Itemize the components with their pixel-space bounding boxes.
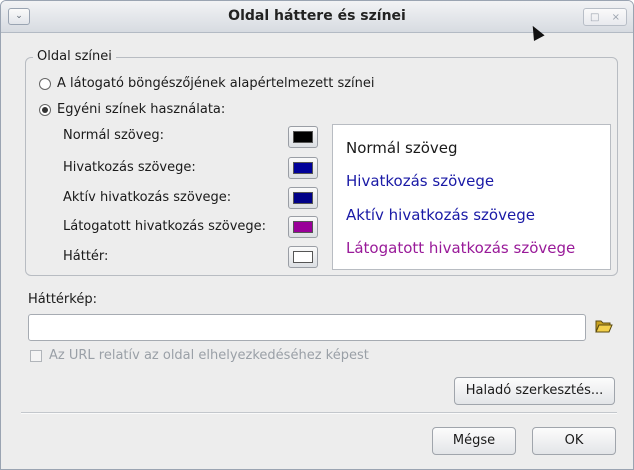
preview-normal-text: Normál szöveg bbox=[346, 139, 458, 157]
color-label-normal: Normál szöveg: bbox=[63, 128, 165, 143]
color-label-background: Háttér: bbox=[63, 249, 109, 264]
page-colors-legend: Oldal színei bbox=[33, 49, 116, 64]
visited-link-color-button[interactable] bbox=[288, 216, 318, 238]
radio-default-label: A látogató böngészőjének alapértelmezett… bbox=[57, 76, 375, 91]
color-swatch bbox=[293, 131, 313, 143]
color-label-link: Hivatkozás szövege: bbox=[63, 160, 196, 175]
background-color-button[interactable] bbox=[288, 246, 318, 268]
relative-url-checkbox[interactable] bbox=[30, 349, 42, 362]
color-swatch bbox=[293, 251, 313, 263]
color-label-active: Aktív hivatkozás szövege: bbox=[63, 190, 232, 205]
radio-custom-label: Egyéni színek használata: bbox=[57, 102, 226, 117]
relative-url-checkbox-row[interactable]: Az URL relatív az oldal elhelyezkedéséhe… bbox=[30, 348, 369, 363]
active-link-color-button[interactable] bbox=[288, 187, 318, 209]
folder-open-icon[interactable] bbox=[595, 318, 613, 334]
cancel-button[interactable]: Mégse bbox=[432, 427, 516, 455]
radio-default-colors[interactable]: A látogató böngészőjének alapértelmezett… bbox=[39, 76, 375, 91]
color-preview-panel: Normál szöveg Hivatkozás szövege Aktív h… bbox=[332, 124, 611, 270]
color-swatch bbox=[293, 162, 313, 174]
button-separator bbox=[21, 412, 617, 414]
background-image-label: Háttérkép: bbox=[28, 292, 97, 307]
window-controls: □ × bbox=[583, 8, 627, 26]
preview-visited-link-text: Látogatott hivatkozás szövege bbox=[346, 239, 576, 257]
normal-text-color-button[interactable] bbox=[288, 126, 318, 148]
link-text-color-button[interactable] bbox=[288, 157, 318, 179]
preview-link-text: Hivatkozás szövege bbox=[346, 172, 495, 190]
preview-active-link-text: Aktív hivatkozás szövege bbox=[346, 206, 535, 224]
radio-custom-indicator[interactable] bbox=[39, 103, 51, 116]
color-swatch bbox=[293, 192, 313, 204]
color-swatch bbox=[293, 221, 313, 233]
dialog-title: Oldal háttere és színei bbox=[228, 8, 406, 24]
ok-button[interactable]: OK bbox=[532, 427, 616, 455]
background-image-input[interactable] bbox=[28, 314, 586, 341]
relative-url-label: Az URL relatív az oldal elhelyezkedéséhe… bbox=[49, 348, 369, 363]
radio-custom-colors[interactable]: Egyéni színek használata: bbox=[39, 102, 225, 117]
advanced-edit-button[interactable]: Haladó szerkesztés... bbox=[454, 377, 615, 405]
color-label-visited: Látogatott hivatkozás szövege: bbox=[63, 219, 267, 234]
maximize-button[interactable]: □ bbox=[590, 12, 599, 23]
dialog-window: ⌄ Oldal háttere és színei □ × Oldal szín… bbox=[0, 0, 634, 470]
close-button[interactable]: × bbox=[612, 12, 620, 23]
radio-default-indicator[interactable] bbox=[39, 77, 51, 90]
